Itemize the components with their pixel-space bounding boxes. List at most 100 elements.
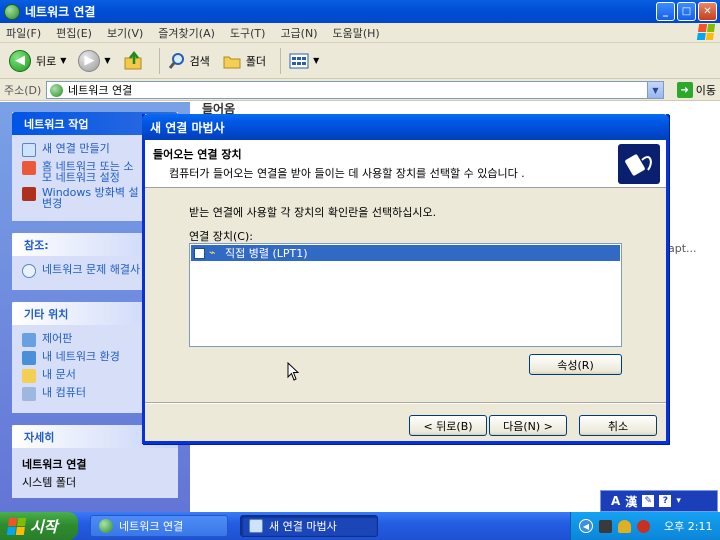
menu-view[interactable]: 보기(V) [107, 25, 143, 41]
go-label: 이동 [695, 84, 716, 97]
address-value: 네트워크 연결 [68, 84, 133, 97]
instruction-text: 받는 연결에 사용할 각 장치의 확인란을 선택하십시오. [189, 206, 437, 219]
address-input[interactable]: 네트워크 연결 ▼ [46, 81, 664, 99]
taskbar-item-label: 네트워크 연결 [119, 520, 184, 533]
explorer-title-bar[interactable]: 네트워크 연결 _ □ ✕ [0, 0, 720, 23]
devices-listbox[interactable]: ⌁ 직접 병렬 (LPT1) [189, 243, 622, 347]
my-network-icon [22, 351, 36, 365]
dialog-separator [145, 402, 666, 404]
go-button[interactable]: ➜ 이동 [676, 82, 716, 98]
chevron-down-icon: ▼ [60, 56, 67, 65]
place-label: 내 컴퓨터 [42, 386, 86, 399]
place-label: 제어판 [42, 332, 73, 345]
menu-advanced[interactable]: 고급(N) [280, 25, 317, 41]
address-dropdown-button[interactable]: ▼ [647, 82, 663, 98]
wizard-icon [249, 519, 263, 533]
task-label: 변경 [42, 197, 63, 210]
views-grid-icon [289, 53, 309, 68]
system-tray: ◀ 오후 2:11 [570, 512, 720, 540]
menu-edit[interactable]: 편집(E) [56, 25, 92, 41]
task-label: 네트워크 문제 해결사 [42, 263, 141, 276]
menu-help[interactable]: 도움말(H) [333, 25, 380, 41]
up-folder-button[interactable] [120, 48, 148, 74]
item-label-truncated: apt... [668, 242, 697, 255]
info-icon [22, 264, 36, 278]
network-connections-icon [4, 3, 20, 20]
close-button[interactable]: ✕ [698, 2, 717, 21]
chevron-down-icon[interactable]: ▾ [676, 496, 681, 506]
windows-logo-icon [6, 517, 27, 535]
address-label: 주소(D) [4, 83, 42, 97]
security-alert-icon[interactable] [637, 519, 650, 533]
menu-favorites[interactable]: 즐겨찾기(A) [158, 25, 215, 41]
address-bar: 주소(D) 네트워크 연결 ▼ ➜ 이동 [0, 79, 720, 101]
folders-button[interactable]: 폴더 [219, 50, 269, 72]
task-label: 새 연결 만들기 [42, 142, 110, 155]
my-computer-icon [22, 387, 36, 401]
chevron-down-icon: ▼ [313, 56, 320, 65]
details-name: 네트워크 연결 [22, 458, 87, 471]
menu-file[interactable]: 파일(F) [6, 25, 41, 41]
parallel-cable-icon: ⌁ [209, 246, 216, 259]
mouse-cursor-icon [287, 362, 299, 381]
dialog-title: 새 연결 마법사 [150, 120, 225, 135]
device-label: 직접 병렬 (LPT1) [225, 247, 308, 260]
next-button[interactable]: 다음(N) > [489, 415, 567, 436]
start-button[interactable]: 시작 [0, 512, 78, 540]
start-label: 시작 [30, 517, 58, 536]
taskbar-item-network-connections[interactable]: 네트워크 연결 [90, 515, 228, 537]
network-status-icon[interactable] [599, 519, 612, 533]
back-wizard-button[interactable]: < 뒤로(B) [409, 415, 487, 436]
help-icon[interactable]: ? [659, 495, 672, 507]
network-cable-icon [618, 144, 660, 184]
home-network-icon [22, 161, 36, 175]
menu-bar: 파일(F) 편집(E) 보기(V) 즐겨찾기(A) 도구(T) 고급(N) 도움… [0, 23, 720, 43]
properties-button[interactable]: 속성(R) [529, 354, 622, 375]
views-button[interactable]: ▼ [286, 51, 322, 71]
control-panel-icon [22, 333, 36, 347]
new-connection-wizard-dialog: 새 연결 마법사 들어오는 연결 장치 컴퓨터가 들어오는 연결을 받아 들이는… [142, 114, 669, 444]
maximize-button[interactable]: □ [677, 2, 696, 21]
clock[interactable]: 오후 2:11 [664, 518, 712, 534]
cancel-button[interactable]: 취소 [579, 415, 657, 436]
security-shield-icon[interactable] [618, 519, 631, 533]
device-checkbox[interactable] [194, 247, 205, 259]
show-hidden-icons-button[interactable]: ◀ [579, 519, 593, 533]
network-connections-icon [50, 83, 63, 97]
go-arrow-icon: ➜ [676, 82, 693, 98]
folder-icon [223, 56, 241, 68]
menu-tools[interactable]: 도구(T) [230, 25, 266, 41]
explorer-title: 네트워크 연결 [25, 5, 96, 19]
back-arrow-icon: ◀ [9, 49, 31, 72]
dialog-title-bar[interactable]: 새 연결 마법사 [142, 114, 669, 140]
toolbar-separator [158, 47, 160, 74]
taskbar: 시작 네트워크 연결 새 연결 마법사 ◀ 오후 2:11 [0, 512, 720, 540]
language-bar[interactable]: A 漢 ✎ ? ▾ [600, 490, 718, 512]
search-button[interactable]: 검색 [165, 50, 213, 72]
minimize-button[interactable]: _ [656, 2, 675, 21]
taskbar-item-wizard[interactable]: 새 연결 마법사 [240, 515, 378, 537]
device-item-lpt1[interactable]: ⌁ 직접 병렬 (LPT1) [191, 245, 620, 261]
taskbar-item-label: 새 연결 마법사 [269, 520, 337, 533]
firewall-icon [22, 187, 36, 201]
ime-hand-icon[interactable]: ✎ [642, 495, 655, 507]
forward-button[interactable]: ▶ ▼ [75, 48, 113, 74]
chevron-down-icon: ▼ [104, 56, 111, 65]
place-label: 내 문서 [42, 368, 76, 381]
dialog-header-title: 들어오는 연결 장치 [153, 148, 242, 161]
devices-label: 연결 장치(C): [189, 230, 253, 243]
network-connections-icon [99, 519, 113, 533]
dialog-header: 들어오는 연결 장치 컴퓨터가 들어오는 연결을 받아 들이는 데 사용할 장치… [145, 140, 666, 188]
ime-mode-a[interactable]: A [611, 494, 620, 508]
ime-hanja[interactable]: 漢 [625, 493, 637, 510]
folders-label: 폴더 [245, 54, 267, 68]
place-label: 내 네트워크 환경 [42, 350, 120, 363]
new-connection-icon [22, 143, 36, 157]
back-button[interactable]: ◀ 뒤로 ▼ [6, 48, 69, 74]
task-label: 모 네트워크 설정 [42, 171, 120, 184]
back-label: 뒤로 [36, 54, 57, 68]
search-label: 검색 [189, 54, 210, 68]
forward-arrow-icon: ▶ [78, 49, 101, 72]
my-documents-icon [22, 369, 36, 383]
up-folder-icon [124, 50, 142, 69]
